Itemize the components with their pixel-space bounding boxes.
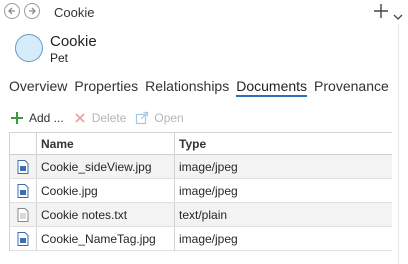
entity-type-icon: [15, 34, 43, 62]
add-label: Add ...: [29, 111, 64, 125]
document-type: text/plain: [179, 207, 228, 222]
tab-documents[interactable]: Documents: [236, 77, 308, 97]
back-arrow-icon: [8, 7, 15, 15]
column-header-name[interactable]: Name: [37, 133, 175, 154]
delete-document-button[interactable]: Delete: [72, 110, 127, 126]
document-name: Cookie_NameTag.jpg: [37, 227, 175, 250]
add-pane-button[interactable]: [372, 2, 390, 20]
window-title: Cookie: [54, 5, 95, 20]
entity-name: Cookie: [50, 33, 97, 50]
document-type: image/jpeg: [179, 231, 238, 246]
table-row[interactable]: Cookie.jpg image/jpeg: [10, 179, 392, 203]
delete-x-icon: [72, 110, 88, 126]
open-label: Open: [154, 111, 184, 125]
document-type: image/jpeg: [179, 183, 238, 198]
tab-overview[interactable]: Overview: [9, 77, 67, 97]
forward-arrow-icon: [29, 7, 36, 15]
forward-button[interactable]: [24, 3, 40, 19]
document-name: Cookie.jpg: [37, 179, 175, 202]
document-type: image/jpeg: [179, 159, 238, 174]
documents-toolbar: Add ... Delete Open: [9, 109, 192, 127]
documents-table: Name Type Cookie_sideView.jpg image/jpeg…: [9, 132, 392, 251]
pane-menu-button[interactable]: [393, 8, 403, 20]
pane-divider: [398, 24, 399, 264]
tab-relationships[interactable]: Relationships: [145, 77, 229, 97]
delete-label: Delete: [91, 111, 127, 125]
tab-provenance[interactable]: Provenance: [314, 77, 389, 97]
row-selector-header: [10, 133, 37, 154]
open-external-icon: [134, 110, 150, 126]
open-document-button[interactable]: Open: [134, 110, 184, 126]
table-row[interactable]: Cookie notes.txt text/plain: [10, 203, 392, 227]
table-row[interactable]: Cookie_NameTag.jpg image/jpeg: [10, 227, 392, 251]
tab-bar: Overview Properties Relationships Docume…: [9, 77, 396, 99]
document-name: Cookie_sideView.jpg: [37, 155, 175, 178]
plus-icon: [9, 110, 25, 126]
document-name: Cookie notes.txt: [37, 203, 175, 226]
image-file-icon: [10, 227, 37, 250]
table-header-row: Name Type: [10, 133, 392, 155]
table-row[interactable]: Cookie_sideView.jpg image/jpeg: [10, 155, 392, 179]
plus-icon: [374, 4, 388, 18]
title-bar: Cookie: [0, 0, 408, 24]
tab-properties[interactable]: Properties: [74, 77, 138, 97]
column-header-type[interactable]: Type: [175, 133, 392, 154]
image-file-icon: [10, 179, 37, 202]
text-file-icon: [10, 203, 37, 226]
add-document-button[interactable]: Add ...: [9, 110, 64, 126]
chevron-down-icon: [393, 14, 403, 20]
image-file-icon: [10, 155, 37, 178]
back-button[interactable]: [4, 3, 20, 19]
entity-type: Pet: [50, 51, 69, 65]
